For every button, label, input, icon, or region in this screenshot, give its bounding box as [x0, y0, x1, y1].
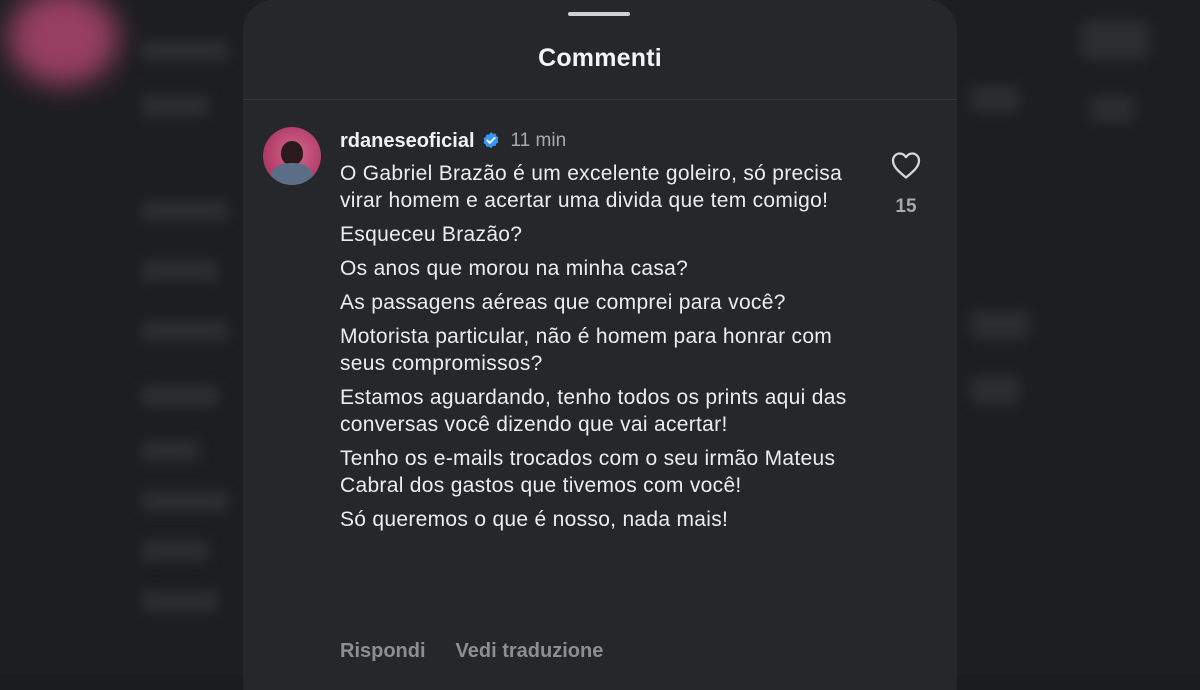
drag-handle[interactable]	[568, 12, 630, 16]
username-link[interactable]: rdaneseoficial	[340, 130, 475, 153]
avatar-body	[271, 163, 313, 185]
heart-outline-icon[interactable]	[890, 150, 922, 180]
blurred-text	[140, 40, 230, 62]
comment-actions: Rispondi Vedi traduzione	[340, 640, 603, 663]
header-divider	[243, 99, 957, 100]
comment-header: rdaneseoficial 11 min	[340, 128, 566, 154]
blurred-text	[970, 375, 1020, 405]
comment-paragraph: Os anos que morou na minha casa?	[340, 257, 689, 280]
blurred-text	[140, 320, 230, 342]
blurred-text	[970, 310, 1030, 340]
blurred-text	[1090, 95, 1135, 123]
comment-body: O Gabriel Brazão é um excelente goleiro,…	[340, 160, 870, 540]
comment-paragraph: As passagens aéreas que comprei para voc…	[340, 291, 786, 314]
see-translation-button[interactable]: Vedi traduzione	[456, 640, 604, 663]
verified-badge-icon	[483, 132, 498, 149]
comment-paragraph: O Gabriel Brazão é um excelente goleiro,…	[340, 162, 843, 212]
blurred-text	[140, 490, 230, 512]
blurred-text	[140, 540, 210, 562]
comments-sheet: Commenti rdaneseoficial 11 min O Gabriel…	[243, 0, 957, 690]
blurred-text	[140, 95, 210, 117]
blurred-text	[970, 85, 1020, 113]
comment-timestamp: 11 min	[510, 130, 567, 151]
comment-paragraph: Motorista particular, não é homem para h…	[340, 325, 833, 375]
blurred-text	[140, 590, 220, 612]
comment-paragraph: Esqueceu Brazão?	[340, 223, 523, 246]
blurred-text	[140, 440, 200, 462]
avatar-head	[281, 141, 303, 165]
blurred-text	[140, 200, 230, 222]
reply-button[interactable]: Rispondi	[340, 640, 426, 663]
blurred-avatar	[8, 0, 118, 85]
comment-paragraph: Só queremos o que é nosso, nada mais!	[340, 508, 729, 531]
comment-paragraph: Tenho os e-mails trocados com o seu irmã…	[340, 447, 836, 497]
blurred-text	[140, 385, 220, 407]
blurred-text	[1080, 20, 1150, 60]
avatar[interactable]	[263, 127, 321, 185]
sheet-title: Commenti	[538, 44, 662, 72]
like-count: 15	[895, 196, 917, 217]
blurred-text	[140, 260, 220, 282]
comment-paragraph: Estamos aguardando, tenho todos os print…	[340, 386, 847, 436]
